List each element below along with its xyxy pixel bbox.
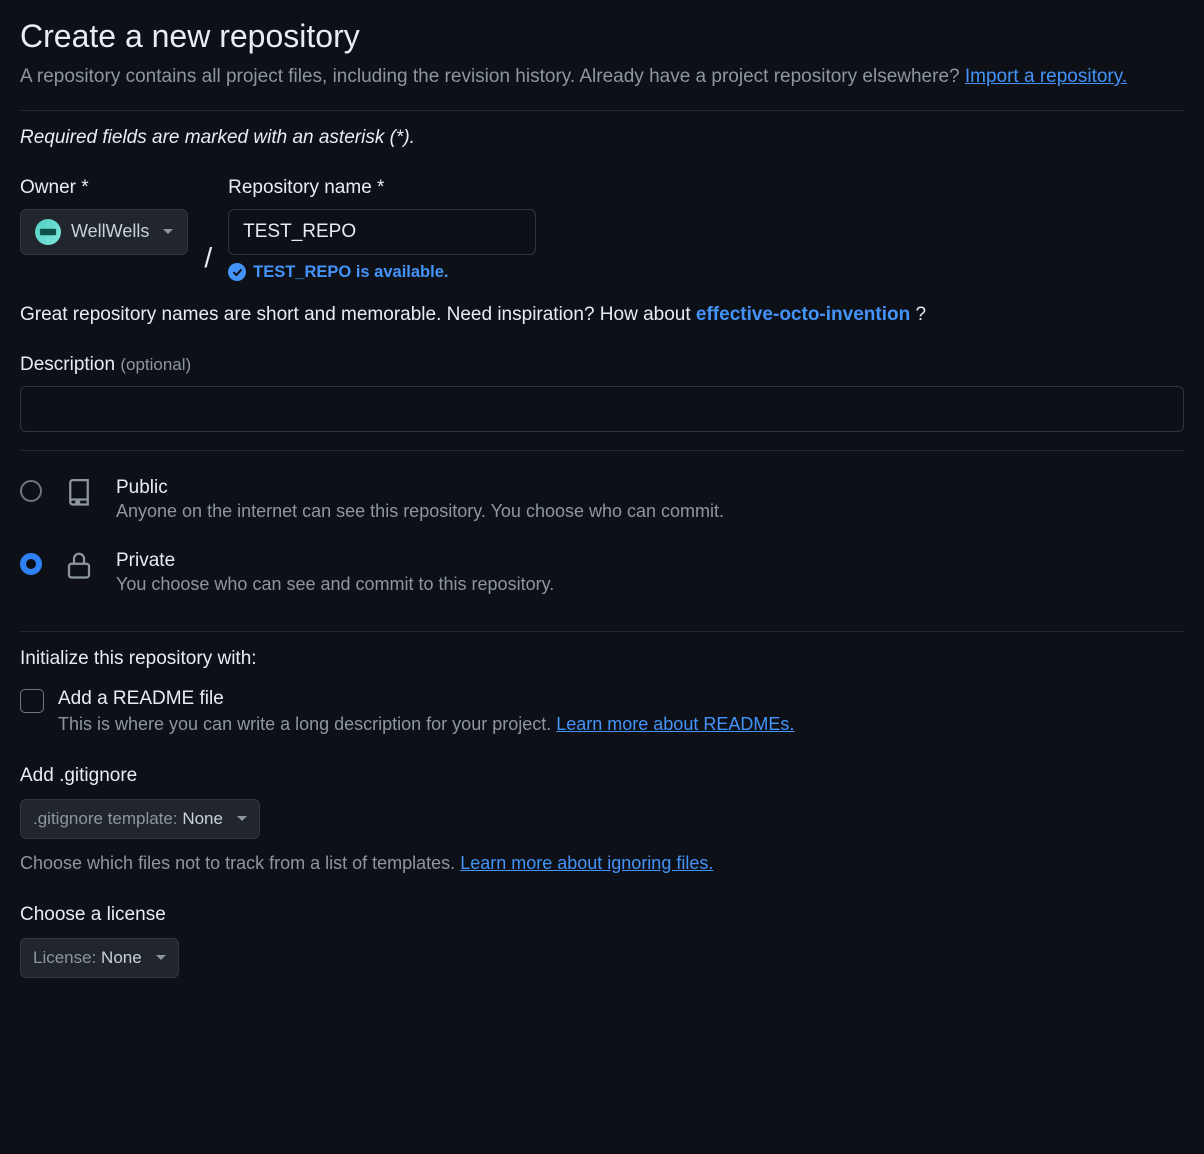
readme-learn-more-link[interactable]: Learn more about READMEs.: [556, 714, 794, 734]
public-title: Public: [116, 477, 724, 499]
license-label: Choose a license: [20, 904, 1184, 926]
description-input[interactable]: [20, 386, 1184, 432]
public-radio[interactable]: [20, 480, 42, 502]
owner-repo-separator: /: [204, 242, 212, 282]
readme-option[interactable]: Add a README file This is where you can …: [20, 688, 1184, 735]
import-repository-link[interactable]: Import a repository.: [965, 66, 1127, 87]
divider: [20, 110, 1184, 111]
description-label-text: Description: [20, 354, 115, 375]
repo-name-suggestion[interactable]: effective-octo-invention: [696, 304, 910, 325]
chevron-down-icon: [163, 229, 173, 234]
check-circle-icon: [228, 263, 246, 281]
gitignore-learn-more-link[interactable]: Learn more about ignoring files.: [460, 853, 713, 873]
owner-select-button[interactable]: WellWells: [20, 209, 188, 255]
repo-name-label: Repository name *: [228, 177, 536, 199]
gitignore-value: None: [182, 809, 223, 828]
readme-checkbox[interactable]: [20, 689, 44, 713]
gitignore-label: Add .gitignore: [20, 765, 1184, 787]
chevron-down-icon: [156, 955, 166, 960]
visibility-option-private[interactable]: Private You choose who can see and commi…: [20, 540, 1184, 613]
subtitle-text: A repository contains all project files,…: [20, 66, 965, 87]
gitignore-prefix: .gitignore template:: [33, 809, 182, 828]
divider: [20, 450, 1184, 451]
gitignore-help: Choose which files not to track from a l…: [20, 853, 1184, 874]
page-subtitle: A repository contains all project files,…: [20, 63, 1184, 92]
inspiration-text: Great repository names are short and mem…: [20, 304, 1184, 326]
page-title: Create a new repository: [20, 18, 1184, 55]
license-value: None: [101, 948, 142, 967]
repo-name-input[interactable]: [228, 209, 536, 255]
divider: [20, 631, 1184, 632]
repo-icon: [62, 477, 96, 507]
readme-desc-prefix: This is where you can write a long descr…: [58, 714, 556, 734]
description-label: Description (optional): [20, 354, 1184, 376]
private-desc: You choose who can see and commit to thi…: [116, 574, 554, 595]
availability-text: TEST_REPO is available.: [253, 263, 448, 282]
description-optional-tag: (optional): [120, 355, 191, 374]
gitignore-help-prefix: Choose which files not to track from a l…: [20, 853, 460, 873]
lock-icon: [62, 550, 96, 580]
owner-name: WellWells: [71, 221, 149, 242]
inspiration-suffix: ?: [916, 304, 927, 325]
owner-label: Owner *: [20, 177, 188, 199]
chevron-down-icon: [237, 816, 247, 821]
repo-availability-status: TEST_REPO is available.: [228, 263, 536, 282]
initialize-heading: Initialize this repository with:: [20, 648, 1184, 670]
license-prefix: License:: [33, 948, 101, 967]
private-title: Private: [116, 550, 554, 572]
license-select-button[interactable]: License: None: [20, 938, 179, 978]
private-radio[interactable]: [20, 553, 42, 575]
visibility-option-public[interactable]: Public Anyone on the internet can see th…: [20, 467, 1184, 540]
inspiration-prefix: Great repository names are short and mem…: [20, 304, 696, 325]
required-fields-note: Required fields are marked with an aster…: [20, 127, 1184, 149]
public-desc: Anyone on the internet can see this repo…: [116, 501, 724, 522]
readme-title: Add a README file: [58, 688, 794, 710]
gitignore-template-button[interactable]: .gitignore template: None: [20, 799, 260, 839]
readme-desc: This is where you can write a long descr…: [58, 714, 794, 735]
owner-avatar: [35, 219, 61, 245]
